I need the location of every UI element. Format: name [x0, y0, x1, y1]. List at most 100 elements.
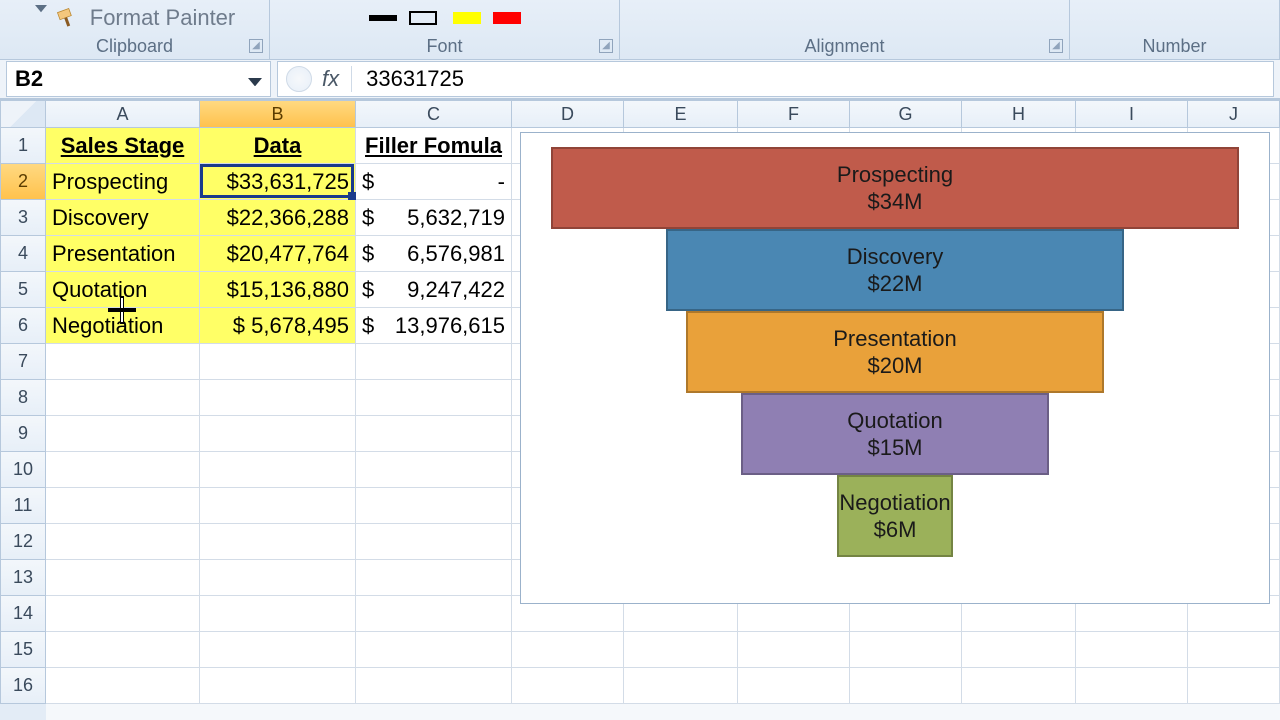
- clipboard-launcher-icon[interactable]: ◢: [249, 39, 263, 53]
- column-header[interactable]: C: [356, 100, 512, 128]
- cell[interactable]: [512, 668, 624, 704]
- row-header[interactable]: 5: [0, 272, 46, 308]
- row-header[interactable]: 12: [0, 524, 46, 560]
- border-bottom-icon[interactable]: [369, 15, 397, 21]
- cell[interactable]: $22,366,288: [200, 200, 356, 236]
- cell[interactable]: $13,976,615: [356, 308, 512, 344]
- row-header[interactable]: 4: [0, 236, 46, 272]
- cell[interactable]: [46, 524, 200, 560]
- cell[interactable]: $5,632,719: [356, 200, 512, 236]
- header-cell[interactable]: Data: [200, 128, 356, 164]
- border-box-icon[interactable]: [409, 11, 437, 25]
- cell[interactable]: [200, 668, 356, 704]
- cell[interactable]: [962, 632, 1076, 668]
- cell[interactable]: $9,247,422: [356, 272, 512, 308]
- cell[interactable]: [200, 632, 356, 668]
- cell[interactable]: [356, 452, 512, 488]
- cell[interactable]: [46, 344, 200, 380]
- funnel-bar[interactable]: Presentation$20M: [686, 311, 1104, 393]
- cell[interactable]: [1188, 632, 1280, 668]
- column-header[interactable]: I: [1076, 100, 1188, 128]
- cell[interactable]: [46, 452, 200, 488]
- cell[interactable]: [46, 596, 200, 632]
- cell[interactable]: [200, 452, 356, 488]
- funnel-bar[interactable]: Negotiation$6M: [837, 475, 953, 557]
- cell[interactable]: [46, 632, 200, 668]
- cell[interactable]: [1076, 632, 1188, 668]
- row-header[interactable]: 10: [0, 452, 46, 488]
- name-box-dropdown-icon[interactable]: [248, 66, 262, 92]
- cell[interactable]: [1076, 668, 1188, 704]
- row-header[interactable]: 2: [0, 164, 46, 200]
- row-header[interactable]: 3: [0, 200, 46, 236]
- cell[interactable]: [46, 416, 200, 452]
- select-all-corner[interactable]: [0, 100, 46, 128]
- cell[interactable]: [356, 416, 512, 452]
- cell[interactable]: Prospecting: [46, 164, 200, 200]
- cell[interactable]: [624, 668, 738, 704]
- cell[interactable]: [200, 596, 356, 632]
- column-header[interactable]: B: [200, 100, 356, 128]
- funnel-chart[interactable]: Prospecting$34MDiscovery$22MPresentation…: [520, 132, 1270, 604]
- column-header[interactable]: D: [512, 100, 624, 128]
- row-header[interactable]: 8: [0, 380, 46, 416]
- cell[interactable]: Quotation: [46, 272, 200, 308]
- row-header[interactable]: 1: [0, 128, 46, 164]
- cell[interactable]: $20,477,764: [200, 236, 356, 272]
- cell[interactable]: $ 5,678,495: [200, 308, 356, 344]
- header-cell[interactable]: Filler Fomula: [356, 128, 512, 164]
- cell[interactable]: Presentation: [46, 236, 200, 272]
- column-header[interactable]: G: [850, 100, 962, 128]
- cell[interactable]: [738, 632, 850, 668]
- cell[interactable]: $15,136,880: [200, 272, 356, 308]
- cell[interactable]: [850, 632, 962, 668]
- cell[interactable]: [46, 560, 200, 596]
- column-header[interactable]: E: [624, 100, 738, 128]
- cell[interactable]: [512, 632, 624, 668]
- alignment-launcher-icon[interactable]: ◢: [1049, 39, 1063, 53]
- column-header[interactable]: A: [46, 100, 200, 128]
- column-header[interactable]: F: [738, 100, 850, 128]
- cell[interactable]: [962, 668, 1076, 704]
- cell[interactable]: Discovery: [46, 200, 200, 236]
- row-header[interactable]: 9: [0, 416, 46, 452]
- cell[interactable]: [200, 560, 356, 596]
- cell[interactable]: [356, 596, 512, 632]
- cell[interactable]: [200, 488, 356, 524]
- row-header[interactable]: 7: [0, 344, 46, 380]
- cell[interactable]: [356, 380, 512, 416]
- cell[interactable]: $33,631,725: [200, 164, 356, 200]
- format-painter-button[interactable]: Format Painter: [54, 5, 236, 31]
- row-header[interactable]: 15: [0, 632, 46, 668]
- cell[interactable]: [46, 488, 200, 524]
- cell[interactable]: [624, 632, 738, 668]
- cell[interactable]: [356, 488, 512, 524]
- cell[interactable]: [200, 344, 356, 380]
- paste-dropdown-icon[interactable]: [34, 2, 48, 16]
- fx-icon[interactable]: fx: [322, 66, 352, 92]
- fill-color-swatch[interactable]: [453, 12, 481, 24]
- font-launcher-icon[interactable]: ◢: [599, 39, 613, 53]
- column-header[interactable]: H: [962, 100, 1076, 128]
- row-header[interactable]: 16: [0, 668, 46, 704]
- cell[interactable]: $-: [356, 164, 512, 200]
- funnel-bar[interactable]: Quotation$15M: [741, 393, 1049, 475]
- cell[interactable]: [200, 380, 356, 416]
- cell[interactable]: [356, 632, 512, 668]
- cell[interactable]: [356, 344, 512, 380]
- cell[interactable]: [1188, 668, 1280, 704]
- funnel-bar[interactable]: Prospecting$34M: [551, 147, 1239, 229]
- cell[interactable]: Negotiation: [46, 308, 200, 344]
- font-color-swatch[interactable]: [493, 12, 521, 24]
- row-header[interactable]: 11: [0, 488, 46, 524]
- name-box[interactable]: B2: [6, 61, 271, 97]
- cell[interactable]: [356, 524, 512, 560]
- cancel-formula-icon[interactable]: [286, 66, 312, 92]
- row-header[interactable]: 13: [0, 560, 46, 596]
- cell[interactable]: [738, 668, 850, 704]
- formula-bar[interactable]: fx 33631725: [277, 61, 1274, 97]
- cell[interactable]: [200, 524, 356, 560]
- funnel-bar[interactable]: Discovery$22M: [666, 229, 1124, 311]
- cell[interactable]: [850, 668, 962, 704]
- cell[interactable]: [200, 416, 356, 452]
